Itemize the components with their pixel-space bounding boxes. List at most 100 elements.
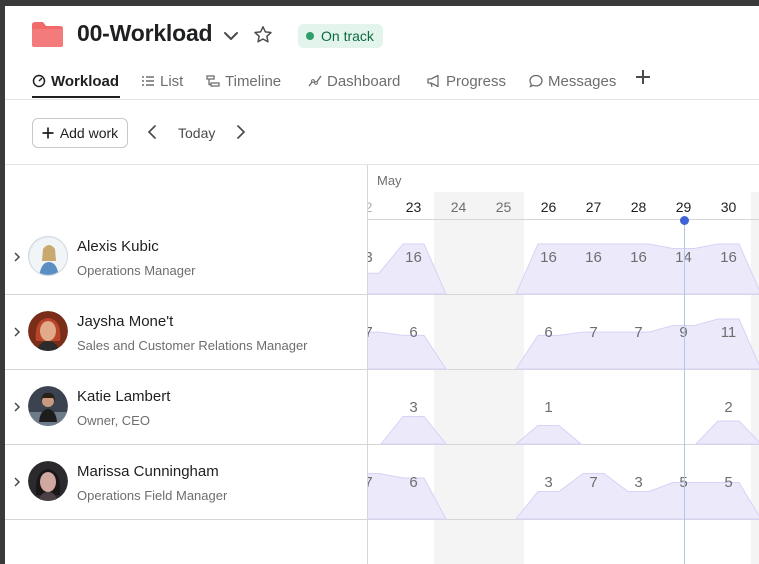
previous-period-button[interactable] [143,122,161,142]
person-row[interactable]: Katie Lambert Owner, CEO [5,370,368,445]
workload-value: 6 [409,324,418,341]
person-row[interactable]: Alexis Kubic Operations Manager [5,220,368,295]
month-label: May [377,173,402,188]
tab-label: List [160,72,184,90]
chevron-right-icon [14,477,21,487]
chevron-right-icon [14,402,21,412]
avatar [28,236,68,276]
divider [5,99,759,100]
avatar [28,311,68,351]
workload-value: 3 [409,399,418,416]
workload-value: 1 [544,399,553,416]
workload-value: 7 [589,474,598,491]
person-row[interactable]: Jaysha Mone't Sales and Customer Relatio… [5,295,368,370]
workload-value: 7 [368,474,373,491]
workload-value: 16 [720,249,737,266]
expand-row-button[interactable] [11,323,23,341]
page-title: 00-Workload [77,20,213,46]
workload-value: 11 [720,324,737,341]
chevron-left-icon [147,125,156,139]
dashboard-icon [308,75,322,87]
add-tab-button[interactable] [632,64,654,90]
workload-value: 3 [368,249,373,266]
day-label: 27 [585,199,602,215]
workload-timeline: May 2 23 24 25 26 27 28 29 30 3 16 16 16 16 14 16 7 6 6 7 7… [368,165,759,564]
tab-dashboard[interactable]: Dashboard [308,64,400,98]
project-header: 00-Workload On track [5,6,759,60]
day-label: 30 [720,199,737,215]
tab-timeline[interactable]: Timeline [206,64,281,98]
app-window: 00-Workload On track Workload List Timel… [5,6,759,564]
tab-workload[interactable]: Workload [32,64,119,98]
workload-icon [32,74,46,88]
workload-area [379,416,448,445]
expand-row-button[interactable] [11,473,23,491]
workload-area [694,420,759,445]
workload-value: 7 [368,324,373,341]
day-label: 23 [405,199,422,215]
workload-value: 5 [724,474,733,491]
person-name: Katie Lambert [77,388,171,405]
chevron-down-icon[interactable] [221,26,241,46]
plus-icon [636,70,650,84]
person-role: Operations Field Manager [77,488,228,503]
day-label: 29 [675,199,692,215]
workload-value: 6 [409,474,418,491]
tab-label: Progress [446,72,507,90]
people-pane: Alexis Kubic Operations Manager Jaysha M… [5,165,368,564]
workload-row[interactable]: 7637355 [368,445,759,520]
plus-icon [42,127,54,139]
workload-value: 16 [405,249,422,266]
person-row[interactable]: Marissa Cunningham Operations Field Mana… [5,445,368,520]
add-work-label: Add work [59,125,119,141]
workload-value: 3 [544,474,553,491]
person-role: Sales and Customer Relations Manager [77,338,308,353]
status-dot-icon [306,32,314,40]
workload-value: 16 [630,249,647,266]
next-period-button[interactable] [232,122,250,142]
list-icon [142,76,154,86]
day-label: 2 [368,199,373,215]
workload-area [514,425,583,445]
workload-value: 7 [634,324,643,341]
person-role: Operations Manager [77,263,196,278]
workload-row[interactable]: 3 16 16 16 16 14 16 [368,220,759,295]
active-tab-indicator [32,96,120,98]
megaphone-icon [427,74,439,88]
today-button[interactable]: Today [178,125,215,141]
timeline-icon [206,75,220,87]
day-label: 24 [450,199,467,215]
workload-row[interactable]: 76677911 [368,295,759,370]
tab-label: Workload [51,72,120,90]
workload-value: 6 [544,324,553,341]
workload-value: 16 [585,249,602,266]
status-label: On track [321,28,374,44]
person-name: Alexis Kubic [77,238,159,255]
avatar [28,386,68,426]
day-label: 26 [540,199,557,215]
day-label: 25 [495,199,512,215]
chevron-right-icon [14,252,21,262]
person-name: Marissa Cunningham [77,463,219,480]
expand-row-button[interactable] [11,248,23,266]
tab-label: Timeline [225,72,282,90]
expand-row-button[interactable] [11,398,23,416]
day-label: 28 [630,199,647,215]
chat-bubble-icon [529,74,543,88]
workload-grid: Alexis Kubic Operations Manager Jaysha M… [5,165,759,564]
status-badge[interactable]: On track [298,24,383,48]
tab-messages[interactable]: Messages [529,64,616,98]
person-name: Jaysha Mone't [77,313,174,330]
workload-row[interactable]: 3 1 2 [368,370,759,445]
add-work-button[interactable]: Add work [32,118,128,148]
workload-value: 3 [634,474,643,491]
tab-list[interactable]: List [141,64,183,98]
tab-label: Dashboard [327,72,401,90]
chevron-right-icon [14,327,21,337]
today-marker-line [683,221,685,564]
workload-value: 2 [724,399,733,416]
tab-progress[interactable]: Progress [427,64,506,98]
folder-icon [32,22,63,47]
avatar [28,461,68,501]
star-icon[interactable] [252,24,274,46]
